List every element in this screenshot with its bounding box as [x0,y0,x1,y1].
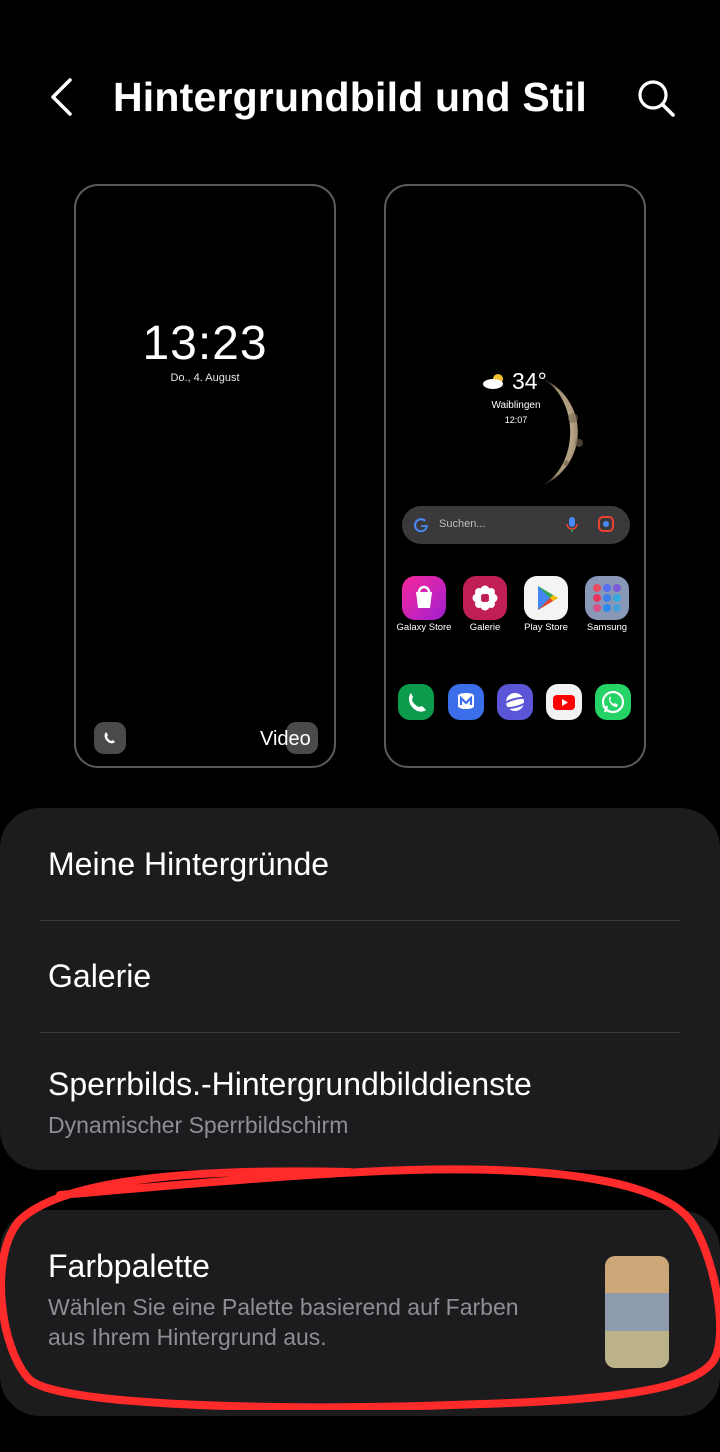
phone-icon [94,722,126,754]
mic-icon[interactable] [566,516,578,534]
back-button[interactable] [40,72,88,122]
internet-icon[interactable] [497,684,533,720]
menu-item-title: Sperrbilds.-Hintergrundbilddienste [48,1066,532,1102]
page-title: Hintergrundbild und Stil [113,74,587,120]
whatsapp-icon[interactable] [595,684,631,720]
home-screen-preview[interactable]: 34° Waiblingen 12:07 Suchen... Galaxy St… [384,184,646,768]
app-label-galerie: Galerie [469,622,501,633]
palette-subtitle-line1: Wählen Sie eine Palette basierend auf Fa… [48,1294,519,1320]
google-icon [412,516,430,534]
weather-location: Waiblingen [491,400,541,411]
gallery-icon[interactable] [463,576,507,620]
palette-title: Farbpalette [48,1248,210,1284]
palette-subtitle-line2: aus Ihrem Hintergrund aus. [48,1324,327,1350]
lens-icon[interactable] [598,516,614,532]
search-button[interactable] [630,72,682,124]
galaxy-store-icon[interactable] [402,576,446,620]
phone-app-icon[interactable] [398,684,434,720]
play-store-icon[interactable] [524,576,568,620]
search-icon [638,80,675,117]
youtube-icon[interactable] [546,684,582,720]
back-arrow-icon [51,78,72,116]
menu-item-sperrbild-dienste[interactable]: Sperrbilds.-Hintergrundbilddienste Dynam… [0,1033,720,1170]
app-label-samsung: Samsung [586,622,628,633]
samsung-folder-icon[interactable] [585,576,629,620]
weather-icon [482,372,508,390]
weather-time: 12:07 [504,415,528,425]
video-label: Video [260,728,311,750]
color-palette-swatch[interactable] [605,1256,669,1368]
lock-clock: 13:23 [142,317,268,370]
menu-item-subtitle: Dynamischer Sperrbildschirm [48,1112,349,1138]
menu-item-title: Galerie [48,958,152,994]
swatch-color-3 [605,1330,669,1368]
google-search-bar[interactable]: Suchen... [402,506,630,544]
swatch-color-2 [605,1293,669,1331]
menu-item-title: Meine Hintergründe [48,846,330,882]
lock-date: Do., 4. August [170,372,240,384]
menu-item-meine-hintergruende[interactable]: Meine Hintergründe [0,808,720,920]
lock-screen-preview[interactable]: 13:23 Do., 4. August Video [74,184,336,768]
menu-item-galerie[interactable]: Galerie [0,921,720,1032]
app-label-play-store: Play Store [524,622,568,633]
swatch-color-1 [605,1256,669,1294]
search-placeholder: Suchen... [439,518,486,530]
messages-icon[interactable] [448,684,484,720]
app-label-galaxy-store: Galaxy Store [396,622,452,633]
weather-temperature: 34° [512,368,547,394]
